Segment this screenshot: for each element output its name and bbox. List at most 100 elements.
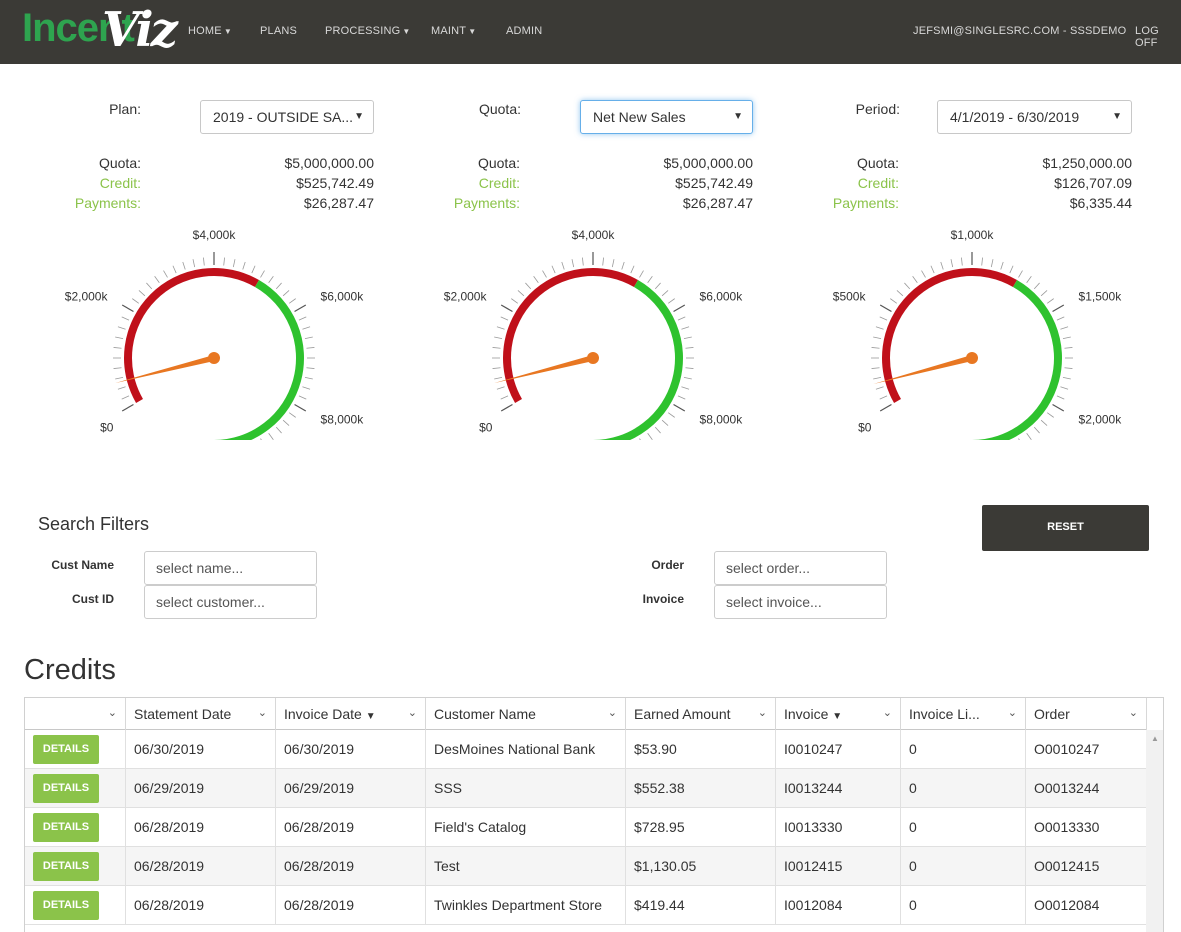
gauge-tick xyxy=(1060,386,1069,390)
gauge-tick xyxy=(1052,403,1065,412)
gauge-tick xyxy=(639,270,644,278)
table-row[interactable]: DETAILS 06/28/2019 06/28/2019 Field's Catal… xyxy=(25,808,1147,847)
nav-processing[interactable]: PROCESSING ▼ xyxy=(325,25,410,37)
details-button[interactable]: DETAILS xyxy=(33,813,99,842)
credit-stat-value: $525,742.49 xyxy=(296,175,374,191)
quota-select-value: Net New Sales xyxy=(593,109,686,125)
gauge-tick xyxy=(685,347,694,349)
gauge-tick xyxy=(117,326,126,330)
credit-stat-label: Credit: xyxy=(99,175,141,191)
cell-actions: DETAILS xyxy=(25,769,126,808)
column-header-order[interactable]: Order ⌄ xyxy=(1026,698,1147,730)
nav-admin[interactable]: ADMIN xyxy=(506,25,542,37)
gauge-tick xyxy=(1056,316,1065,321)
gauge-tick xyxy=(1047,298,1054,304)
cell-invoice-date: 06/28/2019 xyxy=(276,808,426,847)
gauge-tick xyxy=(282,419,290,426)
gauge-green-band xyxy=(592,280,683,448)
chevron-down-icon[interactable]: ⌄ xyxy=(608,706,617,719)
incentviz-logo[interactable]: Incent Viz xyxy=(22,2,182,60)
table-row[interactable]: DETAILS 06/30/2019 06/30/2019 DesMoines Nat… xyxy=(25,730,1147,769)
gauge-tick xyxy=(500,395,509,400)
cell-invoice-date: 06/30/2019 xyxy=(276,730,426,769)
period-label: Period: xyxy=(855,101,900,117)
chevron-down-icon[interactable]: ⌄ xyxy=(758,706,767,719)
gauge-tick xyxy=(525,282,532,290)
details-button[interactable]: DETAILS xyxy=(33,735,99,764)
details-button[interactable]: DETAILS xyxy=(33,852,99,881)
details-button[interactable]: DETAILS xyxy=(33,774,99,803)
nav-log-off[interactable]: LOG OFF xyxy=(1135,25,1181,49)
gauge-tick xyxy=(289,298,296,304)
nav-plans[interactable]: PLANS xyxy=(260,25,297,37)
chevron-down-icon[interactable]: ⌄ xyxy=(258,706,267,719)
nav-maint[interactable]: MAINT ▼ xyxy=(431,25,476,37)
chevron-down-icon[interactable]: ⌄ xyxy=(1129,706,1138,719)
quota-select[interactable]: Net New Sales ▼ xyxy=(580,100,753,134)
logo-text-viz: Viz xyxy=(102,2,178,58)
gauge-tick xyxy=(163,270,168,278)
gauge-tick xyxy=(602,257,604,266)
period-select-value: 4/1/2019 - 6/30/2019 xyxy=(950,109,1080,125)
gauge-tick xyxy=(1052,304,1065,313)
gauge-tick xyxy=(1026,433,1032,440)
table-row[interactable]: DETAILS 06/29/2019 06/29/2019 SSS $552.38 I00… xyxy=(25,769,1147,808)
gauge-tick-label: $500k xyxy=(833,290,867,304)
gauge-tick xyxy=(511,298,518,304)
vertical-scrollbar[interactable]: ▲ xyxy=(1146,730,1163,932)
gauge-tick xyxy=(668,412,675,418)
period-select[interactable]: 4/1/2019 - 6/30/2019 ▼ xyxy=(937,100,1132,134)
gauge-tick xyxy=(306,367,315,369)
gauge-tick xyxy=(492,347,501,349)
gauge-tick xyxy=(294,304,307,313)
gauge-tick xyxy=(1018,438,1023,446)
table-row[interactable]: DETAILS 06/28/2019 06/28/2019 Twinkles Depa… xyxy=(25,886,1147,925)
column-header-invoice-date[interactable]: Invoice Date ▼ ⌄ xyxy=(276,698,426,730)
cust-name-input[interactable]: select name... xyxy=(144,551,317,585)
gauge-tick xyxy=(232,259,236,268)
column-header-earned-amount[interactable]: Earned Amount ⌄ xyxy=(626,698,776,730)
sort-desc-icon: ▼ xyxy=(365,711,376,722)
column-header-invoice[interactable]: Invoice ▼ ⌄ xyxy=(776,698,901,730)
gauge-tick xyxy=(621,261,625,270)
gauge-tick xyxy=(282,290,290,297)
gauge-tick xyxy=(685,367,694,369)
cell-invoice-date: 06/28/2019 xyxy=(276,847,426,886)
gauge-tick xyxy=(683,376,692,380)
gauge-tick xyxy=(1062,336,1071,340)
column-header-actions[interactable]: ⌄ xyxy=(25,698,126,730)
nav-user-account[interactable]: JEFSMI@SINGLESRC.COM - SSSDEMO xyxy=(913,25,1126,37)
cust-id-input[interactable]: select customer... xyxy=(144,585,317,619)
gauge-needle-hub xyxy=(208,352,220,364)
gauge-tick xyxy=(896,290,904,297)
scroll-up-icon[interactable]: ▲ xyxy=(1151,734,1159,743)
column-header-customer-name[interactable]: Customer Name ⌄ xyxy=(426,698,626,730)
gauge-tick xyxy=(683,336,692,340)
table-row[interactable]: DETAILS 06/28/2019 06/28/2019 Test $1,130.05… xyxy=(25,847,1147,886)
nav-home[interactable]: HOME ▼ xyxy=(188,25,232,37)
gauge-red-band xyxy=(503,268,638,403)
cell-earned-amount: $53.90 xyxy=(626,730,776,769)
plan-select[interactable]: 2019 - OUTSIDE SA... ▼ xyxy=(200,100,374,134)
cell-earned-amount: $419.44 xyxy=(626,886,776,925)
chevron-down-icon[interactable]: ⌄ xyxy=(108,706,117,719)
gauge-tick xyxy=(115,376,124,380)
gauge-tick xyxy=(879,403,892,412)
cell-actions: DETAILS xyxy=(25,886,126,925)
gauge-tick xyxy=(875,386,884,390)
gauge-tick xyxy=(673,403,686,412)
cell-earned-amount: $728.95 xyxy=(626,808,776,847)
gauge-tick xyxy=(875,326,884,330)
gauge-tick xyxy=(681,386,690,390)
payments-stat-value: $26,287.47 xyxy=(682,195,753,211)
details-button[interactable]: DETAILS xyxy=(33,891,99,920)
column-header-statement-date[interactable]: Statement Date ⌄ xyxy=(126,698,276,730)
chevron-down-icon[interactable]: ⌄ xyxy=(1008,706,1017,719)
chevron-down-icon[interactable]: ⌄ xyxy=(408,706,417,719)
order-input[interactable]: select order... xyxy=(714,551,887,585)
reset-button[interactable]: RESET xyxy=(982,505,1149,551)
invoice-input[interactable]: select invoice... xyxy=(714,585,887,619)
gauge-tick xyxy=(306,347,315,349)
column-header-invoice-line[interactable]: Invoice Li... ⌄ xyxy=(901,698,1026,730)
chevron-down-icon[interactable]: ⌄ xyxy=(883,706,892,719)
